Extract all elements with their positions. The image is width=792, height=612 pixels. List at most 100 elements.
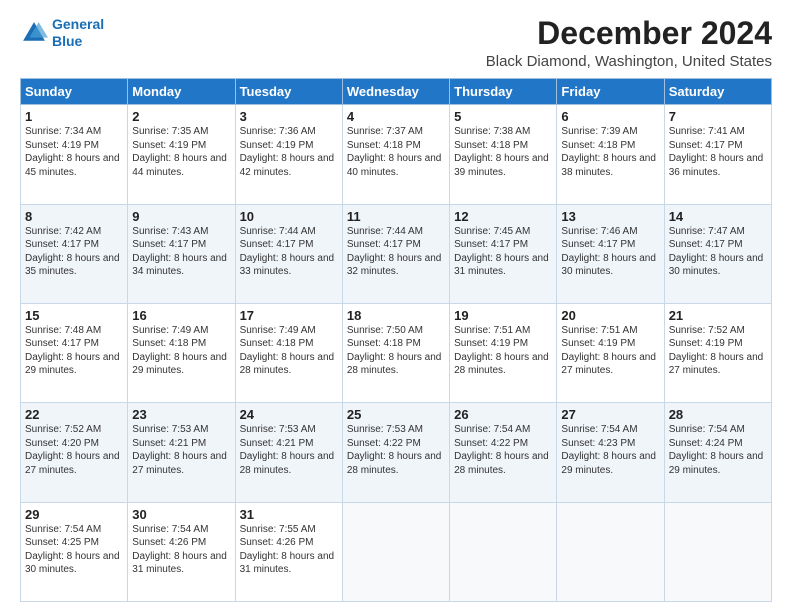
day-number: 6 [561, 109, 659, 124]
day-number: 23 [132, 407, 230, 422]
day-number: 20 [561, 308, 659, 323]
calendar-cell: 8 Sunrise: 7:42 AMSunset: 4:17 PMDayligh… [21, 204, 128, 303]
day-number: 24 [240, 407, 338, 422]
page: General Blue December 2024 Black Diamond… [0, 0, 792, 612]
calendar-cell: 25 Sunrise: 7:53 AMSunset: 4:22 PMDaylig… [342, 403, 449, 502]
day-info: Sunrise: 7:54 AMSunset: 4:22 PMDaylight:… [454, 424, 549, 476]
day-number: 25 [347, 407, 445, 422]
day-info: Sunrise: 7:47 AMSunset: 4:17 PMDaylight:… [669, 226, 764, 278]
calendar-cell: 6 Sunrise: 7:39 AMSunset: 4:18 PMDayligh… [557, 105, 664, 204]
day-number: 30 [132, 507, 230, 522]
day-info: Sunrise: 7:54 AMSunset: 4:26 PMDaylight:… [132, 524, 227, 576]
calendar-cell: 7 Sunrise: 7:41 AMSunset: 4:17 PMDayligh… [664, 105, 771, 204]
day-info: Sunrise: 7:54 AMSunset: 4:23 PMDaylight:… [561, 424, 656, 476]
calendar-cell: 13 Sunrise: 7:46 AMSunset: 4:17 PMDaylig… [557, 204, 664, 303]
calendar-week-3: 15 Sunrise: 7:48 AMSunset: 4:17 PMDaylig… [21, 303, 772, 402]
subtitle: Black Diamond, Washington, United States [486, 53, 772, 70]
calendar-header-monday: Monday [128, 79, 235, 105]
logo-text: General Blue [52, 16, 104, 50]
day-info: Sunrise: 7:41 AMSunset: 4:17 PMDaylight:… [669, 126, 764, 178]
calendar-cell: 16 Sunrise: 7:49 AMSunset: 4:18 PMDaylig… [128, 303, 235, 402]
logo-icon [20, 19, 48, 47]
day-info: Sunrise: 7:46 AMSunset: 4:17 PMDaylight:… [561, 226, 656, 278]
calendar-cell: 31 Sunrise: 7:55 AMSunset: 4:26 PMDaylig… [235, 502, 342, 601]
day-number: 31 [240, 507, 338, 522]
day-number: 7 [669, 109, 767, 124]
day-number: 28 [669, 407, 767, 422]
calendar-cell: 2 Sunrise: 7:35 AMSunset: 4:19 PMDayligh… [128, 105, 235, 204]
header: General Blue December 2024 Black Diamond… [20, 16, 772, 70]
calendar-cell: 26 Sunrise: 7:54 AMSunset: 4:22 PMDaylig… [450, 403, 557, 502]
day-info: Sunrise: 7:42 AMSunset: 4:17 PMDaylight:… [25, 226, 120, 278]
calendar-cell: 21 Sunrise: 7:52 AMSunset: 4:19 PMDaylig… [664, 303, 771, 402]
day-info: Sunrise: 7:44 AMSunset: 4:17 PMDaylight:… [240, 226, 335, 278]
day-number: 3 [240, 109, 338, 124]
day-info: Sunrise: 7:50 AMSunset: 4:18 PMDaylight:… [347, 325, 442, 377]
day-number: 13 [561, 209, 659, 224]
day-info: Sunrise: 7:45 AMSunset: 4:17 PMDaylight:… [454, 226, 549, 278]
calendar-cell: 17 Sunrise: 7:49 AMSunset: 4:18 PMDaylig… [235, 303, 342, 402]
day-info: Sunrise: 7:51 AMSunset: 4:19 PMDaylight:… [454, 325, 549, 377]
logo-line2: Blue [52, 33, 82, 49]
day-number: 29 [25, 507, 123, 522]
calendar-header-wednesday: Wednesday [342, 79, 449, 105]
day-info: Sunrise: 7:52 AMSunset: 4:19 PMDaylight:… [669, 325, 764, 377]
calendar-cell: 12 Sunrise: 7:45 AMSunset: 4:17 PMDaylig… [450, 204, 557, 303]
calendar-cell: 20 Sunrise: 7:51 AMSunset: 4:19 PMDaylig… [557, 303, 664, 402]
calendar-cell [557, 502, 664, 601]
title-block: December 2024 Black Diamond, Washington,… [486, 16, 772, 70]
day-number: 10 [240, 209, 338, 224]
day-info: Sunrise: 7:51 AMSunset: 4:19 PMDaylight:… [561, 325, 656, 377]
calendar-cell: 3 Sunrise: 7:36 AMSunset: 4:19 PMDayligh… [235, 105, 342, 204]
day-number: 17 [240, 308, 338, 323]
day-number: 16 [132, 308, 230, 323]
calendar-cell [342, 502, 449, 601]
day-number: 2 [132, 109, 230, 124]
calendar-table: SundayMondayTuesdayWednesdayThursdayFrid… [20, 78, 772, 602]
day-info: Sunrise: 7:55 AMSunset: 4:26 PMDaylight:… [240, 524, 335, 576]
day-number: 9 [132, 209, 230, 224]
day-number: 19 [454, 308, 552, 323]
logo: General Blue [20, 16, 104, 50]
day-number: 21 [669, 308, 767, 323]
day-info: Sunrise: 7:49 AMSunset: 4:18 PMDaylight:… [132, 325, 227, 377]
logo-line1: General [52, 16, 104, 32]
day-number: 8 [25, 209, 123, 224]
calendar-cell: 10 Sunrise: 7:44 AMSunset: 4:17 PMDaylig… [235, 204, 342, 303]
day-info: Sunrise: 7:36 AMSunset: 4:19 PMDaylight:… [240, 126, 335, 178]
calendar-week-5: 29 Sunrise: 7:54 AMSunset: 4:25 PMDaylig… [21, 502, 772, 601]
day-info: Sunrise: 7:44 AMSunset: 4:17 PMDaylight:… [347, 226, 442, 278]
calendar-cell: 23 Sunrise: 7:53 AMSunset: 4:21 PMDaylig… [128, 403, 235, 502]
day-info: Sunrise: 7:54 AMSunset: 4:25 PMDaylight:… [25, 524, 120, 576]
calendar-cell: 18 Sunrise: 7:50 AMSunset: 4:18 PMDaylig… [342, 303, 449, 402]
day-info: Sunrise: 7:49 AMSunset: 4:18 PMDaylight:… [240, 325, 335, 377]
day-number: 22 [25, 407, 123, 422]
day-info: Sunrise: 7:39 AMSunset: 4:18 PMDaylight:… [561, 126, 656, 178]
day-info: Sunrise: 7:48 AMSunset: 4:17 PMDaylight:… [25, 325, 120, 377]
main-title: December 2024 [486, 16, 772, 51]
day-info: Sunrise: 7:54 AMSunset: 4:24 PMDaylight:… [669, 424, 764, 476]
calendar-week-1: 1 Sunrise: 7:34 AMSunset: 4:19 PMDayligh… [21, 105, 772, 204]
day-info: Sunrise: 7:37 AMSunset: 4:18 PMDaylight:… [347, 126, 442, 178]
calendar-cell: 27 Sunrise: 7:54 AMSunset: 4:23 PMDaylig… [557, 403, 664, 502]
calendar-week-2: 8 Sunrise: 7:42 AMSunset: 4:17 PMDayligh… [21, 204, 772, 303]
calendar-cell: 24 Sunrise: 7:53 AMSunset: 4:21 PMDaylig… [235, 403, 342, 502]
calendar-cell: 1 Sunrise: 7:34 AMSunset: 4:19 PMDayligh… [21, 105, 128, 204]
day-number: 26 [454, 407, 552, 422]
day-number: 15 [25, 308, 123, 323]
day-info: Sunrise: 7:38 AMSunset: 4:18 PMDaylight:… [454, 126, 549, 178]
calendar-cell: 4 Sunrise: 7:37 AMSunset: 4:18 PMDayligh… [342, 105, 449, 204]
calendar-cell [664, 502, 771, 601]
day-number: 4 [347, 109, 445, 124]
calendar-cell: 15 Sunrise: 7:48 AMSunset: 4:17 PMDaylig… [21, 303, 128, 402]
day-info: Sunrise: 7:43 AMSunset: 4:17 PMDaylight:… [132, 226, 227, 278]
calendar-cell: 22 Sunrise: 7:52 AMSunset: 4:20 PMDaylig… [21, 403, 128, 502]
calendar-header-row: SundayMondayTuesdayWednesdayThursdayFrid… [21, 79, 772, 105]
calendar-cell: 11 Sunrise: 7:44 AMSunset: 4:17 PMDaylig… [342, 204, 449, 303]
calendar-cell: 28 Sunrise: 7:54 AMSunset: 4:24 PMDaylig… [664, 403, 771, 502]
day-number: 5 [454, 109, 552, 124]
calendar-header-sunday: Sunday [21, 79, 128, 105]
calendar-header-friday: Friday [557, 79, 664, 105]
calendar-header-saturday: Saturday [664, 79, 771, 105]
calendar-cell: 19 Sunrise: 7:51 AMSunset: 4:19 PMDaylig… [450, 303, 557, 402]
